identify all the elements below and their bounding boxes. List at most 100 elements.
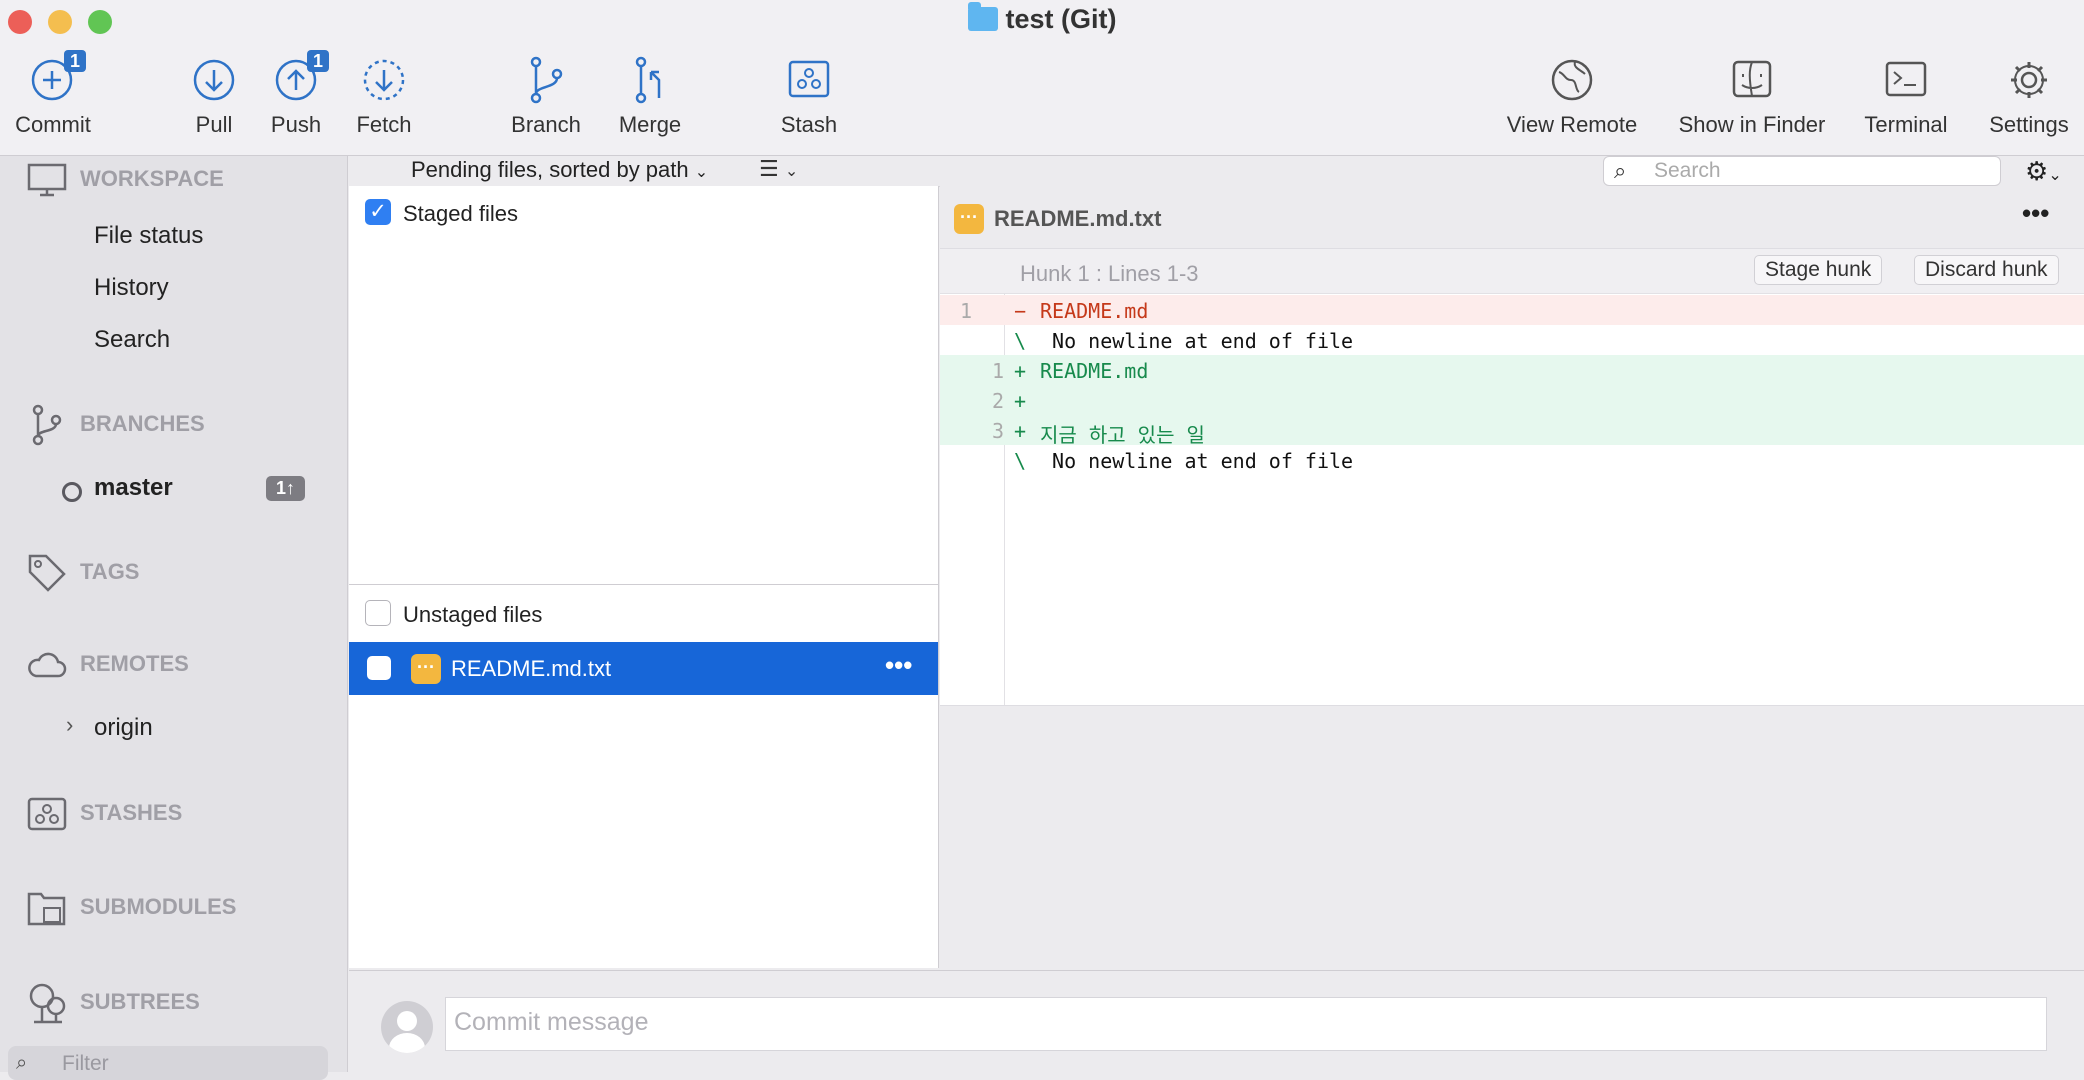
file-row-checkbox[interactable] [367,656,391,680]
pull-label: Pull [195,112,233,137]
push-button[interactable]: 1 Push [258,50,334,138]
stash-icon [782,52,836,106]
chevron-down-icon: ⌄ [2048,167,2062,184]
tag-icon [28,554,66,592]
branch-ahead-badge: 1↑ [266,476,306,501]
stash-icon [27,797,67,831]
file-search-input[interactable]: ⌕ Search [1603,156,2001,186]
show-in-finder-button[interactable]: Show in Finder [1670,52,1834,138]
avatar [381,1001,433,1053]
hunk-title: Hunk 1 : Lines 1-3 [1020,261,1199,286]
list-icon: ☰ [759,156,779,181]
cloud-icon [28,652,67,678]
search-icon: ⌕ [1614,158,1627,183]
sidebar-item-origin[interactable]: origin [94,714,153,742]
sort-dropdown[interactable]: Pending files, sorted by path ⌄ [411,157,708,183]
diff-text: No newline at end of file [1040,329,1354,353]
diff-text: No newline at end of file [1040,449,1354,473]
push-icon: 1 [269,50,329,106]
diff-text: README.md [1040,359,1149,383]
sidebar-section-remotes[interactable]: REMOTES [26,650,189,680]
view-mode-dropdown[interactable]: ☰ ⌄ [759,156,798,182]
diff-sign: − [1014,299,1027,323]
fetch-icon [357,52,411,106]
sidebar-filter-placeholder: Filter [62,1052,109,1075]
sidebar-section-branches[interactable]: BRANCHES [26,404,205,446]
old-line-number: 1 [959,299,972,323]
view-remote-button[interactable]: View Remote [1500,52,1644,138]
staged-files-checkbox[interactable]: ✓ [365,199,391,225]
sidebar: WORKSPACE File status History Search BRA… [0,156,348,1080]
diff-line: \ No newline at end of file [940,445,2084,475]
stage-hunk-button[interactable]: Stage hunk [1754,255,1883,285]
sidebar-section-subtrees[interactable]: SUBTREES [26,982,200,1024]
subtrees-label: SUBTREES [80,988,200,1014]
unstaged-files-checkbox[interactable] [365,600,391,626]
pull-button[interactable]: Pull [176,52,252,138]
branch-icon [519,52,573,106]
file-row-readme[interactable]: ··· README.md.txt ••• [349,642,938,695]
show-in-finder-label: Show in Finder [1678,112,1826,137]
current-branch-indicator-icon [62,482,82,502]
diff-sign: + [1014,419,1027,443]
pull-icon [187,52,241,106]
chevron-right-icon[interactable]: › [66,712,73,738]
monitor-icon [27,163,67,197]
diff-sign: + [1014,359,1027,383]
commit-area: Commit message [349,970,2084,1073]
stash-button[interactable]: Stash [769,52,849,138]
submodules-label: SUBMODULES [80,893,237,919]
sidebar-item-search[interactable]: Search [94,326,170,354]
sidebar-section-tags[interactable]: TAGS [26,552,139,594]
diff-text: README.md [1040,299,1149,323]
modified-file-icon: ··· [411,654,441,684]
staged-files-label: Staged files [403,201,518,226]
sidebar-section-workspace[interactable]: WORKSPACE [26,162,224,198]
terminal-button[interactable]: Terminal [1856,52,1956,138]
stash-label: Stash [780,112,838,137]
hunk-header: Hunk 1 : Lines 1-3 Stage hunk Discard hu… [940,249,2084,294]
stashes-label: STASHES [80,799,183,825]
branch-icon [32,404,62,446]
gear-icon: ⚙ [2025,156,2049,186]
branch-button[interactable]: Branch [506,52,586,138]
discard-hunk-button[interactable]: Discard hunk [1914,255,2059,285]
sidebar-filter-field[interactable]: ⌕ Filter [8,1046,328,1080]
subtree-icon [29,983,66,1024]
finder-icon [1725,52,1779,106]
merge-button[interactable]: Merge [612,52,688,138]
diff-panel: ··· README.md.txt ••• Hunk 1 : Lines 1-3… [940,186,2084,968]
sort-dropdown-label: Pending files, sorted by path [411,157,689,182]
terminal-label: Terminal [1864,112,1948,137]
more-options-icon[interactable]: ••• [885,650,912,681]
terminal-icon [1879,52,1933,106]
split-divider[interactable] [349,584,938,585]
diff-line: 1 − README.md [940,295,2084,325]
commit-label: Commit [15,112,91,137]
sidebar-item-master[interactable]: master [94,474,173,502]
merge-label: Merge [618,112,682,137]
push-label: Push [270,112,322,137]
more-options-icon[interactable]: ••• [2022,198,2049,229]
branches-label: BRANCHES [80,410,205,436]
diff-line: \ No newline at end of file [940,325,2084,355]
diff-line: 3 + 지금 하고 있는 일 [940,415,2084,447]
gear-icon [2002,52,2056,106]
commit-message-input[interactable]: Commit message [445,997,2047,1051]
commit-button[interactable]: 1 Commit [8,50,98,138]
sidebar-section-submodules[interactable]: SUBMODULES [26,888,236,928]
commit-message-placeholder: Commit message [454,1008,649,1036]
sidebar-item-file-status[interactable]: File status [94,222,203,250]
workspace-label: WORKSPACE [80,165,224,191]
sidebar-section-stashes[interactable]: STASHES [26,796,182,832]
new-line-number: 1 [991,359,1004,383]
hunk-block: Hunk 1 : Lines 1-3 Stage hunk Discard hu… [940,248,2084,706]
diff-line: 2 + [940,385,2084,415]
sidebar-item-history[interactable]: History [94,274,169,302]
settings-button[interactable]: Settings [1982,52,2076,138]
fetch-button[interactable]: Fetch [344,52,424,138]
modified-file-icon: ··· [954,204,984,234]
window-title-text: test (Git) [1005,4,1117,34]
file-search-placeholder: Search [1654,159,1721,182]
options-gear-button[interactable]: ⚙⌄ [2025,156,2062,187]
